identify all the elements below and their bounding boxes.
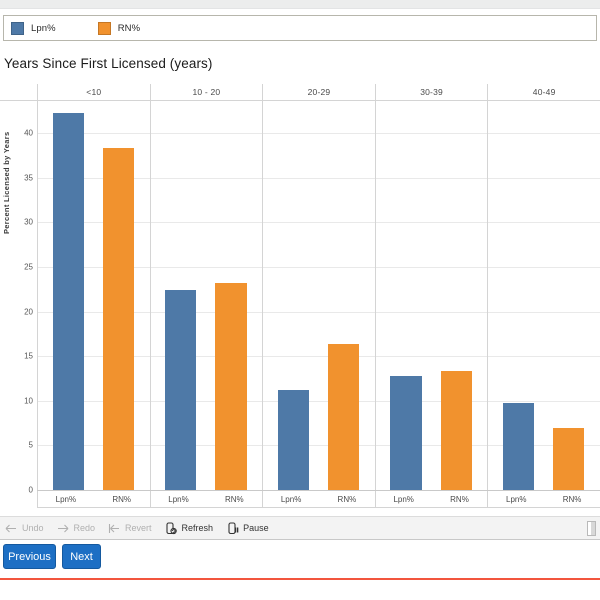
bar-slot <box>318 102 368 490</box>
x-tick-label-1-1: RN% <box>224 494 244 504</box>
category-header-4: 40-49 <box>487 84 600 100</box>
x-label-group-0: Lpn% RN% <box>37 491 150 507</box>
bar-slot <box>43 102 93 490</box>
bar-lpn-4[interactable] <box>502 402 535 490</box>
toolbar-redo-button: Redo <box>57 522 96 535</box>
dashboard-root: Lpn% RN% Years Since First Licensed (yea… <box>0 0 600 600</box>
toolbar-pause-button[interactable]: Pause <box>226 521 269 535</box>
bar-lpn-1[interactable] <box>165 290 197 490</box>
bar-group-2 <box>262 102 375 490</box>
x-tick-label-0-1: RN% <box>112 494 132 504</box>
bar-lpn-3[interactable] <box>390 375 422 490</box>
toolbar-revert-label: Revert <box>125 523 152 533</box>
revert-arrow-icon <box>108 522 121 535</box>
category-header-2: 20-29 <box>262 84 375 100</box>
bar-slot <box>206 102 256 490</box>
toolbar-undo-label: Undo <box>22 523 44 533</box>
y-tick-label-30: 30 <box>24 217 33 227</box>
bar-slot <box>156 102 206 490</box>
x-tick-label-1-0: Lpn% <box>168 494 189 504</box>
toolbar-undo-button: Undo <box>5 522 44 535</box>
arrow-left-icon <box>5 522 18 535</box>
bar-rn-0[interactable] <box>102 148 135 490</box>
x-label-group-2: Lpn% RN% <box>262 491 375 507</box>
chart-toolbar: Undo Redo Revert Refresh Pause <box>0 516 600 540</box>
bar-group-1 <box>150 102 263 490</box>
toolbar-redo-label: Redo <box>73 523 96 533</box>
y-tick-label-0: 0 <box>28 485 33 495</box>
chart-title: Years Since First Licensed (years) <box>4 56 213 71</box>
navigation-bar: Previous Next <box>0 541 600 574</box>
y-tick-label-40: 40 <box>24 128 33 138</box>
bar-slot <box>493 102 543 490</box>
legend-swatch-orange <box>97 21 111 35</box>
bar-slot <box>268 102 318 490</box>
bar-group-3 <box>375 102 488 490</box>
category-header-0: <10 <box>37 84 150 100</box>
toolbar-pause-label: Pause <box>243 523 269 533</box>
x-axis-label-row: Lpn% RN% Lpn% RN% Lpn% RN% Lpn% RN% Lpn% RN% <box>37 490 600 508</box>
legend-label-rn: RN% <box>117 22 141 34</box>
arrow-right-icon <box>57 522 70 535</box>
y-tick-label-35: 35 <box>24 173 33 183</box>
x-label-group-1: Lpn% RN% <box>149 491 263 507</box>
top-strip <box>0 0 600 9</box>
legend-swatch-blue <box>11 21 24 35</box>
y-tick-label-25: 25 <box>24 262 33 272</box>
x-tick-label-3-0: Lpn% <box>393 494 414 504</box>
x-label-group-3: Lpn% RN% <box>374 491 488 507</box>
y-tick-label-5: 5 <box>28 440 33 450</box>
pause-icon <box>226 521 239 535</box>
chart-legend: Lpn% RN% <box>3 15 597 41</box>
bar-rn-4[interactable] <box>553 427 585 490</box>
legend-item-rn[interactable]: RN% <box>97 21 141 35</box>
bar-group-0 <box>37 102 150 490</box>
category-header-row: <10 10 - 20 20-29 30-39 40-49 <box>0 84 600 101</box>
previous-button[interactable]: Previous <box>3 544 56 569</box>
x-tick-label-3-1: RN% <box>450 494 469 504</box>
bar-rn-2[interactable] <box>328 343 360 490</box>
x-label-group-4: Lpn% RN% <box>487 491 600 507</box>
x-tick-label-2-0: Lpn% <box>280 494 302 504</box>
y-tick-label-15: 15 <box>24 351 33 361</box>
bar-group-4 <box>487 102 600 490</box>
category-header-3: 30-39 <box>374 84 488 100</box>
legend-item-lpn[interactable]: Lpn% <box>11 21 56 35</box>
next-button[interactable]: Next <box>62 544 101 569</box>
bottom-red-divider <box>0 578 600 580</box>
toolbar-refresh-label: Refresh <box>181 523 214 533</box>
legend-label-lpn: Lpn% <box>31 22 56 34</box>
bar-slot <box>431 102 481 490</box>
refresh-icon <box>165 521 178 535</box>
bar-lpn-0[interactable] <box>52 112 84 490</box>
bar-slot <box>381 102 431 490</box>
y-tick-label-20: 20 <box>24 307 33 317</box>
bar-lpn-2[interactable] <box>277 390 309 490</box>
x-tick-label-2-1: RN% <box>337 494 357 504</box>
bar-groups <box>37 102 600 490</box>
bar-slot <box>544 102 594 490</box>
category-header-1: 10 - 20 <box>149 84 263 100</box>
x-tick-label-4-0: Lpn% <box>506 494 527 504</box>
x-tick-label-0-0: Lpn% <box>55 494 77 504</box>
bar-chart: <10 10 - 20 20-29 30-39 40-49 Percent Licens… <box>0 84 600 508</box>
plot-area: 0 5 10 15 20 25 30 35 40 <box>24 84 600 495</box>
y-tick-label-10: 10 <box>24 396 33 406</box>
x-tick-label-4-1: RN% <box>562 494 582 504</box>
bar-slot <box>93 102 143 490</box>
bar-rn-3[interactable] <box>440 371 472 490</box>
bar-rn-1[interactable] <box>215 283 247 490</box>
toolbar-overflow-handle[interactable] <box>587 520 596 536</box>
toolbar-refresh-button[interactable]: Refresh <box>165 521 214 535</box>
toolbar-revert-button: Revert <box>108 522 152 535</box>
